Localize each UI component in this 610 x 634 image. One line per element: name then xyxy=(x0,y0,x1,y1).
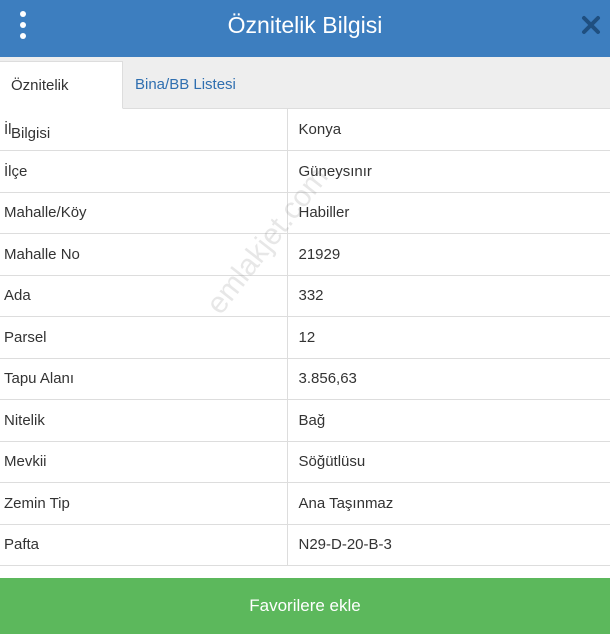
row-key: Nitelik xyxy=(0,399,288,442)
row-key: Mahalle No xyxy=(0,233,288,276)
row-value: Ana Taşınmaz xyxy=(287,482,610,525)
modal-header: Öznitelik Bilgisi xyxy=(0,0,610,57)
table-row: Mevkii Söğütlüsu xyxy=(0,441,610,483)
row-key: İl xyxy=(0,109,288,151)
row-value: N29-D-20-B-3 xyxy=(287,524,610,566)
row-value: Söğütlüsu xyxy=(287,441,610,483)
row-key: Mevkii xyxy=(0,441,288,483)
row-value: 21929 xyxy=(287,233,610,276)
tab-bina-bb-listesi[interactable]: Bina/BB Listesi xyxy=(124,61,247,108)
row-value: Konya xyxy=(287,109,610,151)
row-key: Pafta xyxy=(0,524,288,566)
row-value: Güneysınır xyxy=(287,150,610,193)
table-row: Parsel 12 xyxy=(0,316,610,359)
table-row: Mahalle/Köy Habiller xyxy=(0,192,610,234)
table-row: Pafta N29-D-20-B-3 xyxy=(0,524,610,566)
row-value: 12 xyxy=(287,316,610,359)
modal-title: Öznitelik Bilgisi xyxy=(227,12,383,38)
table-row: İl Konya xyxy=(0,109,610,151)
tab-bar: Öznitelik Bilgisi Bina/BB Listesi xyxy=(0,57,610,142)
row-key: İlçe xyxy=(0,150,288,193)
table-row: Tapu Alanı 3.856,63 xyxy=(0,358,610,400)
row-key: Zemin Tip xyxy=(0,482,288,525)
table-row: Zemin Tip Ana Taşınmaz xyxy=(0,482,610,525)
row-value: Bağ xyxy=(287,399,610,442)
tab-oznitelik-bilgisi[interactable]: Öznitelik Bilgisi xyxy=(0,61,123,142)
add-to-favorites-button[interactable]: Favorilere ekle xyxy=(0,578,610,634)
row-key: Ada xyxy=(0,275,288,317)
row-key: Tapu Alanı xyxy=(0,358,288,400)
table-row: Ada 332 xyxy=(0,275,610,317)
attribute-table: İl Konya İlçe Güneysınır Mahalle/Köy Habill… xyxy=(0,109,610,566)
row-value: 3.856,63 xyxy=(287,358,610,400)
row-value: 332 xyxy=(287,275,610,317)
row-key: Mahalle/Köy xyxy=(0,192,288,234)
row-value: Habiller xyxy=(287,192,610,234)
table-row: İlçe Güneysınır xyxy=(0,150,610,193)
row-key: Parsel xyxy=(0,316,288,359)
table-row: Nitelik Bağ xyxy=(0,399,610,442)
close-icon[interactable] xyxy=(580,14,602,36)
table-row: Mahalle No 21929 xyxy=(0,233,610,276)
